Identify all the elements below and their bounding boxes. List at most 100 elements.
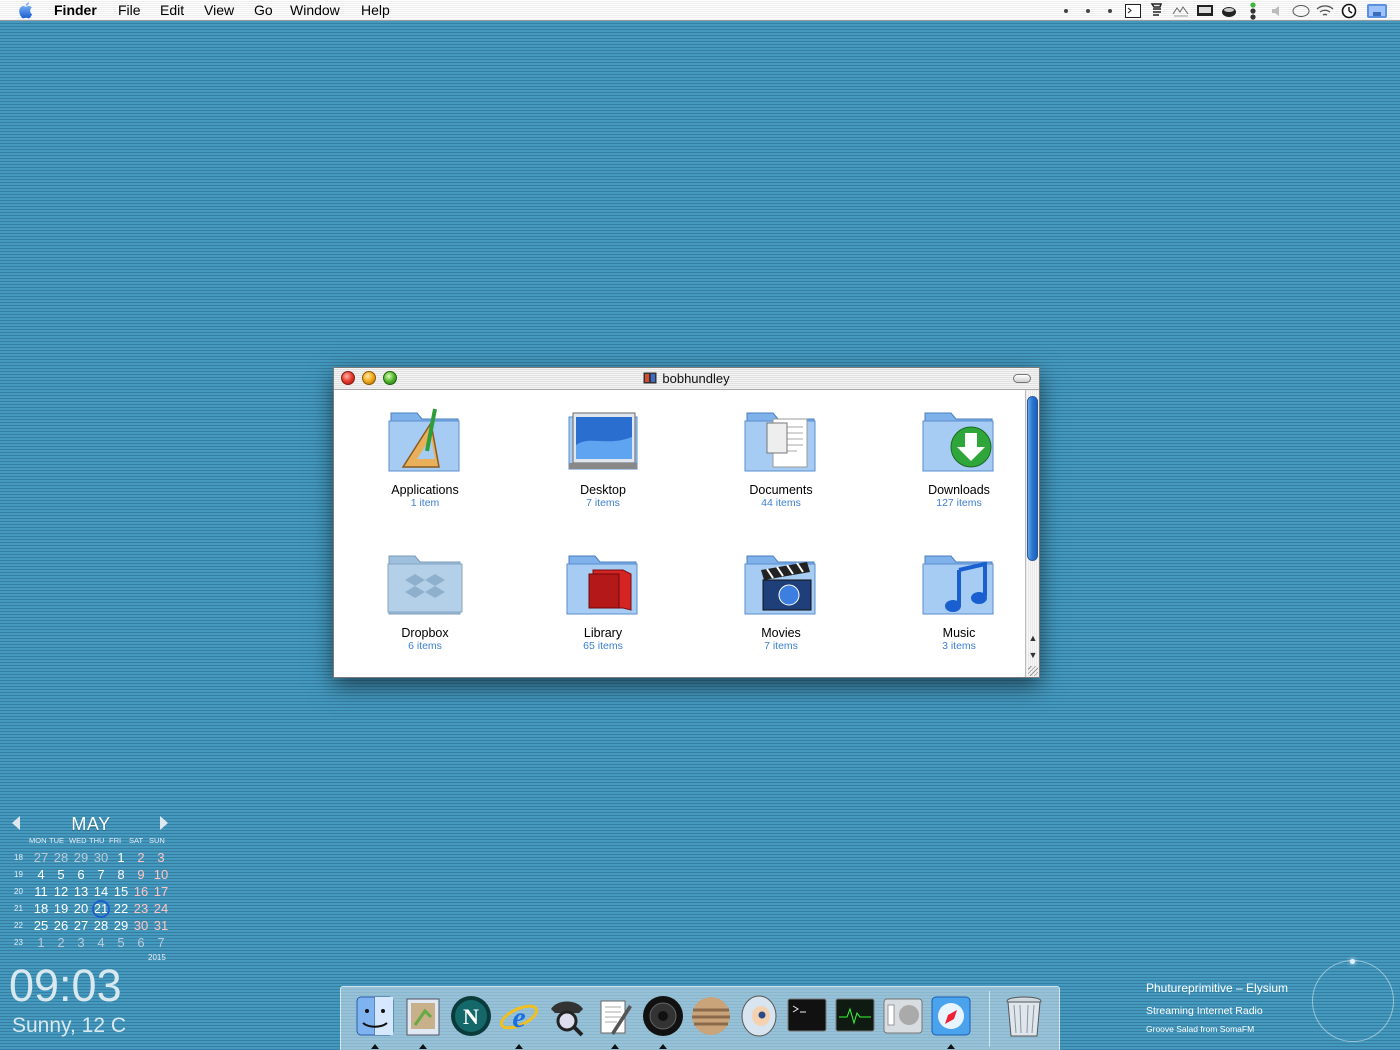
system-preferences-icon[interactable] [881,993,925,1039]
calendar-day[interactable]: 5 [111,935,131,950]
calendar-day[interactable]: 19 [51,901,71,916]
calendar-day[interactable]: 7 [91,867,111,882]
script-icon[interactable] [1146,2,1168,20]
coffee-icon[interactable] [1218,2,1240,20]
toolbar-toggle-button[interactable] [1013,374,1031,383]
displays-icon[interactable] [1170,2,1192,20]
folder-desktop[interactable]: Desktop 7 items [528,401,678,510]
calendar-day[interactable]: 8 [111,867,131,882]
calendar-day[interactable]: 18 [31,901,51,916]
sherlock-icon[interactable] [545,993,589,1039]
calendar-day[interactable]: 11 [31,884,51,899]
menu-finder[interactable]: Finder [54,2,97,18]
menu-dot-icon[interactable] [1100,2,1120,20]
calendar-dow-label: THU [89,836,105,845]
calendar-day[interactable]: 4 [91,935,111,950]
wifi-icon[interactable] [1314,2,1336,20]
netscape-icon[interactable]: N [449,993,493,1039]
menu-dot-icon[interactable] [1078,2,1098,20]
calendar-day[interactable]: 7 [151,935,171,950]
speaker-icon[interactable] [641,993,685,1039]
folder-documents[interactable]: Documents 44 items [706,401,856,510]
calendar-day[interactable]: 27 [31,850,51,865]
terminal-icon[interactable] [785,993,829,1039]
folder-icon-view: Applications 1 item Desktop 7 items Docu… [334,390,1025,677]
calendar-day[interactable]: 1 [31,935,51,950]
calendar-day[interactable]: 15 [111,884,131,899]
calendar-day[interactable]: 2 [51,935,71,950]
calendar-day[interactable]: 26 [51,918,71,933]
calendar-day[interactable]: 16 [131,884,151,899]
internet-explorer-icon[interactable]: e [497,993,541,1039]
traffic-icon[interactable] [1242,1,1264,20]
trash-icon[interactable] [1002,993,1046,1039]
calendar-day[interactable]: 6 [71,867,91,882]
calendar-day[interactable]: 9 [131,867,151,882]
calendar-day[interactable]: 30 [131,918,151,933]
terminal-icon[interactable] [1122,2,1144,20]
mail-icon[interactable] [401,993,445,1039]
folder-applications[interactable]: Applications 1 item [350,401,500,510]
calendar-dow-label: MON [29,836,47,845]
calendar-day[interactable]: 23 [131,901,151,916]
menu-go[interactable]: Go [254,2,273,18]
scrollbar-thumb[interactable] [1027,396,1038,561]
calendar-day[interactable]: 27 [71,918,91,933]
calendar-day[interactable]: 20 [71,901,91,916]
menu-window[interactable]: Window [290,2,340,18]
calendar-day[interactable]: 3 [151,850,171,865]
textedit-icon[interactable] [593,993,637,1039]
calendar-day[interactable]: 10 [151,867,171,882]
vertical-scrollbar[interactable]: ▲ ▼ [1025,390,1039,677]
resize-handle[interactable] [1028,666,1038,676]
window-titlebar[interactable]: bobhundley [334,368,1039,390]
folder-dropbox[interactable]: Dropbox 6 items [350,544,500,653]
calendar-day[interactable]: 3 [71,935,91,950]
scroll-down-arrow-icon[interactable]: ▼ [1028,649,1038,661]
radio-dial[interactable] [1312,960,1394,1042]
calendar-day[interactable]: 1 [111,850,131,865]
calendar-day[interactable]: 29 [71,850,91,865]
next-month-icon[interactable] [160,816,168,830]
calendar-day[interactable]: 17 [151,884,171,899]
calendar-day[interactable]: 22 [111,901,131,916]
menu-edit[interactable]: Edit [160,2,184,18]
menu-dot-icon[interactable] [1056,2,1076,20]
finder-icon[interactable] [353,993,397,1039]
clock-icon[interactable] [1338,2,1360,20]
scroll-up-arrow-icon[interactable]: ▲ [1028,632,1038,644]
calendar-day[interactable]: 13 [71,884,91,899]
folder-library[interactable]: Library 65 items [528,544,678,653]
calendar-month: MAY [71,814,111,834]
user-icon[interactable] [1362,2,1392,20]
folder-downloads[interactable]: Downloads 127 items [884,401,1034,510]
calendar-day[interactable]: 31 [151,918,171,933]
calendar-day[interactable]: 28 [51,850,71,865]
activity-monitor-icon[interactable] [833,993,877,1039]
menu-view[interactable]: View [204,2,234,18]
calendar-day[interactable]: 29 [111,918,131,933]
calendar-day[interactable]: 30 [91,850,111,865]
calendar-day[interactable]: 4 [31,867,51,882]
apple-menu-icon[interactable] [18,1,36,19]
calendar-day[interactable]: 28 [91,918,111,933]
item-count: 1 item [410,497,440,509]
chat-icon[interactable] [1290,2,1312,20]
jupiter-icon[interactable] [689,993,733,1039]
screen-icon[interactable] [1194,2,1216,20]
calendar-day[interactable]: 25 [31,918,51,933]
preview-icon[interactable] [737,993,781,1039]
menu-help[interactable]: Help [361,2,390,18]
calendar-day[interactable]: 5 [51,867,71,882]
menu-file[interactable]: File [118,2,141,18]
calendar-day[interactable]: 14 [91,884,111,899]
item-name: Desktop [580,483,626,497]
folder-music[interactable]: Music 3 items [884,544,1034,653]
volume-icon[interactable] [1266,2,1288,20]
calendar-day[interactable]: 24 [151,901,171,916]
safari-icon[interactable] [929,993,973,1039]
folder-movies[interactable]: Movies 7 items [706,544,856,653]
calendar-day[interactable]: 12 [51,884,71,899]
calendar-day[interactable]: 6 [131,935,151,950]
calendar-day[interactable]: 2 [131,850,151,865]
